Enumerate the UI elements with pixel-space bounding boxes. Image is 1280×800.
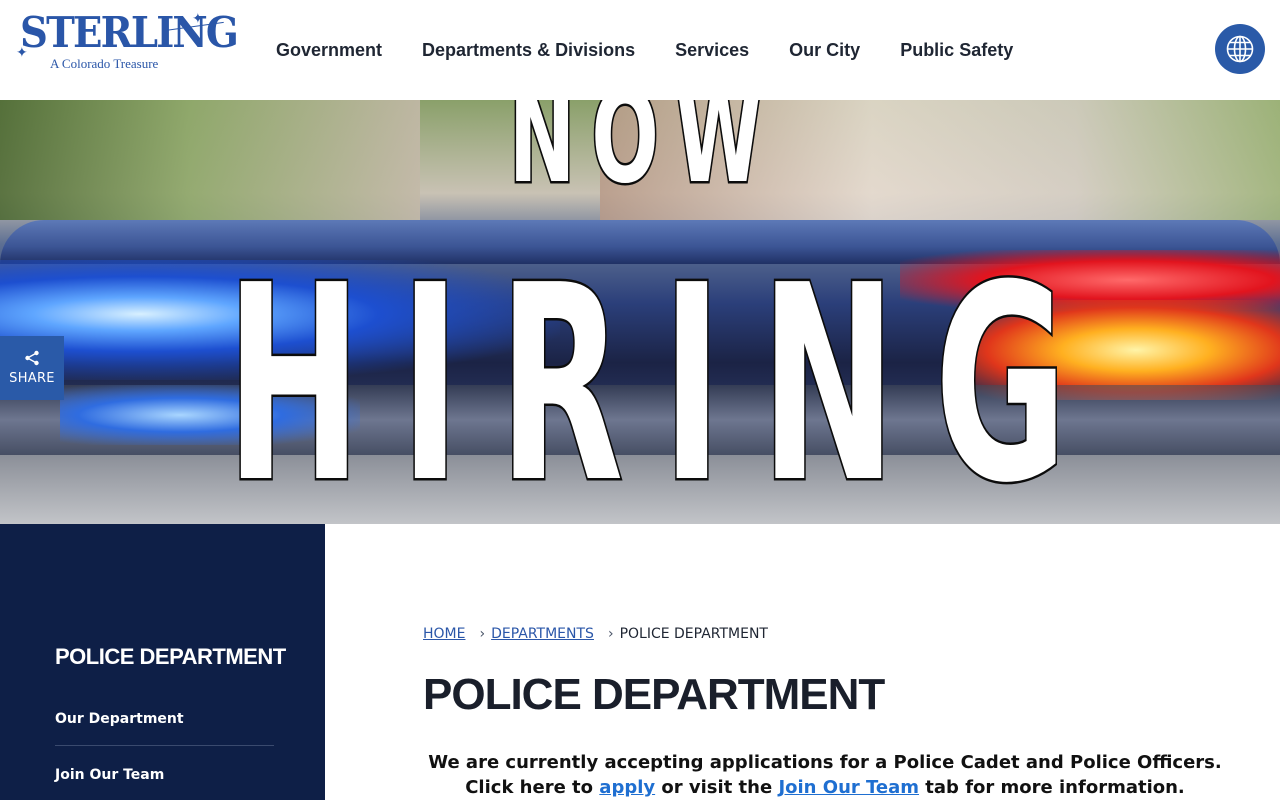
- globe-icon: [1226, 35, 1254, 63]
- intro-post: tab for more information.: [919, 777, 1185, 798]
- breadcrumb-separator: ›: [479, 626, 486, 642]
- nav-public-safety[interactable]: Public Safety: [900, 40, 1013, 61]
- hero-now-text: NOW: [507, 100, 779, 212]
- logo-wordmark: STERLING: [20, 8, 239, 57]
- breadcrumb: HOME › DEPARTMENTS › POLICE DEPARTMENT: [423, 626, 768, 642]
- intro-mid: or visit the: [655, 777, 779, 798]
- page-title: POLICE DEPARTMENT: [423, 670, 885, 719]
- intro-line-1: We are currently accepting applications …: [428, 752, 1222, 773]
- hero-hiring-text: HIRING: [225, 227, 1106, 524]
- share-button[interactable]: SHARE: [0, 336, 64, 400]
- sterling-logo[interactable]: ✦ STERLING ✦ A Colorado Treasure: [16, 10, 239, 74]
- nav-services[interactable]: Services: [675, 40, 749, 61]
- sidebar-item-join-our-team[interactable]: Join Our Team: [55, 767, 274, 783]
- sidebar-title[interactable]: POLICE DEPARTMENT: [55, 644, 286, 670]
- breadcrumb-departments[interactable]: DEPARTMENTS: [491, 626, 594, 642]
- language-button[interactable]: [1215, 24, 1265, 74]
- intro-pre-apply: Click here to: [465, 777, 600, 798]
- apply-link[interactable]: apply: [599, 777, 655, 798]
- section-sidebar: POLICE DEPARTMENT Our Department Join Ou…: [0, 524, 325, 800]
- share-label: SHARE: [9, 371, 55, 386]
- site-header: ✦ STERLING ✦ A Colorado Treasure Governm…: [0, 0, 1280, 100]
- hero-banner: NOW HIRING: [0, 100, 1280, 524]
- main-content: HOME › DEPARTMENTS › POLICE DEPARTMENT P…: [325, 524, 1280, 800]
- main-nav: Government Departments & Divisions Servi…: [276, 0, 1053, 100]
- breadcrumb-separator: ›: [607, 626, 614, 642]
- sidebar-item-our-department[interactable]: Our Department: [55, 711, 274, 746]
- breadcrumb-current: POLICE DEPARTMENT: [619, 626, 768, 642]
- intro-text: We are currently accepting applications …: [423, 750, 1227, 800]
- nav-departments-divisions[interactable]: Departments & Divisions: [422, 40, 635, 61]
- intro-line-2: Click here to apply or visit the Join Ou…: [423, 775, 1227, 800]
- logo-tagline: A Colorado Treasure: [50, 56, 159, 71]
- breadcrumb-home[interactable]: HOME: [423, 626, 465, 642]
- join-our-team-link[interactable]: Join Our Team: [778, 777, 919, 798]
- share-icon: [25, 350, 39, 366]
- nav-our-city[interactable]: Our City: [789, 40, 860, 61]
- nav-government[interactable]: Government: [276, 40, 382, 61]
